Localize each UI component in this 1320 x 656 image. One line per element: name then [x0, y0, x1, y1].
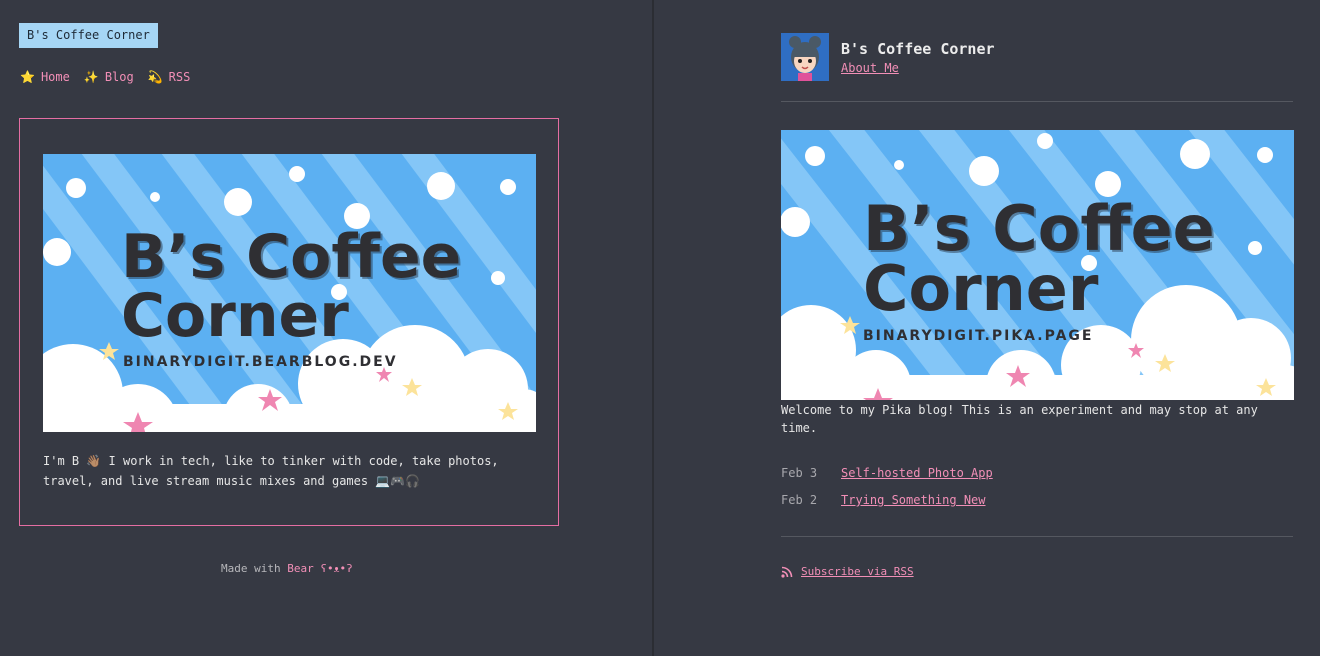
nav-rss-label: RSS	[168, 70, 191, 84]
site-title[interactable]: B's Coffee Corner	[841, 40, 995, 58]
svg-text:BINARYDIGIT.PIKA.PAGE: BINARYDIGIT.PIKA.PAGE	[863, 328, 1093, 344]
site-title[interactable]: B's Coffee Corner	[19, 23, 158, 48]
rss-icon	[781, 566, 793, 578]
dizzy-icon: 💫	[147, 70, 163, 84]
sparkles-icon: ✨	[83, 70, 99, 84]
post-item: Feb 2 Trying Something New	[781, 493, 986, 507]
welcome-text: Welcome to my Pika blog! This is an expe…	[781, 403, 1258, 435]
nav-home-label: Home	[40, 70, 70, 84]
nav-blog-label: Blog	[104, 70, 134, 84]
star-icon: ⭐	[20, 70, 35, 84]
footer-prefix: Made with	[221, 562, 288, 575]
about-me-link[interactable]: About Me	[841, 61, 899, 75]
nav-home-link[interactable]: ⭐ Home	[20, 70, 70, 84]
post-link[interactable]: Trying Something New	[841, 493, 986, 507]
svg-text:Corner: Corner	[121, 281, 349, 351]
banner-graphic: B’s Coffee B’s Coffee Corner BINARYDIGIT…	[43, 154, 536, 432]
nav-rss-link[interactable]: 💫 RSS	[148, 70, 191, 84]
post-date: Feb 2	[781, 493, 818, 507]
bear-blog-pane: B's Coffee Corner ⭐ Home ✨ Blog 💫 RSS B’…	[0, 0, 653, 656]
svg-text:Corner: Corner	[863, 252, 1099, 325]
avatar[interactable]	[781, 33, 829, 81]
subscribe-rss-label: Subscribe via RSS	[801, 565, 914, 578]
banner-image: B’s Coffee B’s Coffee Corner BINARYDIGIT…	[781, 130, 1294, 400]
subscribe-rss-link[interactable]: Subscribe via RSS	[781, 565, 914, 578]
header-divider	[781, 101, 1293, 102]
footer: Made with Bear ʕ•ᴥ•ʔ	[221, 562, 353, 575]
intro-text: I'm B 👋🏽 I work in tech, like to tinker …	[43, 454, 499, 488]
banner-graphic: B’s Coffee B’s Coffee Corner BINARYDIGIT…	[781, 130, 1294, 400]
bear-link[interactable]: Bear ʕ•ᴥ•ʔ	[287, 562, 353, 575]
pika-blog-pane: B's Coffee Corner About Me B’s Coffee B’…	[654, 0, 1320, 656]
bear-nav: ⭐ Home ✨ Blog 💫 RSS	[20, 70, 190, 84]
intro-card: B’s Coffee B’s Coffee Corner BINARYDIGIT…	[19, 118, 559, 526]
svg-text:BINARYDIGIT.BEARBLOG.DEV: BINARYDIGIT.BEARBLOG.DEV	[123, 354, 398, 370]
post-date: Feb 3	[781, 466, 818, 480]
banner-image: B’s Coffee B’s Coffee Corner BINARYDIGIT…	[43, 154, 536, 432]
footer-divider	[781, 536, 1293, 537]
post-link[interactable]: Self-hosted Photo App	[841, 466, 993, 480]
avatar-graphic	[781, 33, 829, 81]
nav-blog-link[interactable]: ✨ Blog	[84, 70, 134, 84]
post-item: Feb 3 Self-hosted Photo App	[781, 466, 993, 480]
